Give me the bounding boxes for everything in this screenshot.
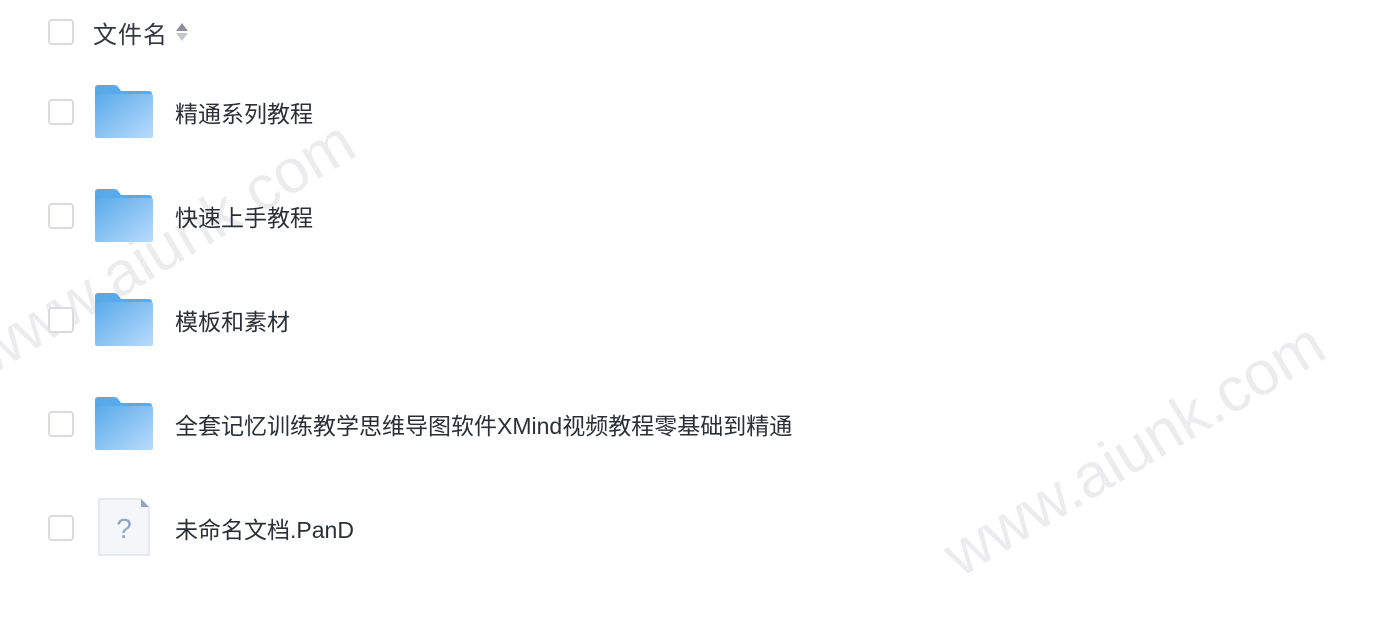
row-checkbox[interactable] bbox=[48, 307, 74, 333]
file-name[interactable]: 精通系列教程 bbox=[175, 95, 313, 129]
folder-icon bbox=[94, 396, 154, 452]
file-row[interactable]: ? 未命名文档.PanD bbox=[48, 498, 354, 556]
file-row[interactable]: 快速上手教程 bbox=[48, 188, 313, 244]
folder-icon bbox=[94, 188, 154, 244]
file-row[interactable]: 模板和素材 bbox=[48, 292, 290, 348]
row-checkbox[interactable] bbox=[48, 99, 74, 125]
row-checkbox[interactable] bbox=[48, 203, 74, 229]
svg-text:?: ? bbox=[116, 513, 132, 544]
select-all-checkbox[interactable] bbox=[48, 19, 74, 45]
file-name[interactable]: 模板和素材 bbox=[175, 303, 290, 337]
sort-icon[interactable] bbox=[176, 23, 188, 41]
file-name[interactable]: 全套记忆训练教学思维导图软件XMind视频教程零基础到精通 bbox=[175, 407, 792, 441]
unknown-file-icon: ? bbox=[94, 498, 154, 556]
column-header-filename[interactable]: 文件名 bbox=[93, 15, 168, 50]
watermark-right: www.aiunk.com bbox=[931, 309, 1337, 591]
folder-icon bbox=[94, 84, 154, 140]
file-row[interactable]: 全套记忆训练教学思维导图软件XMind视频教程零基础到精通 bbox=[48, 396, 792, 452]
file-list-view: www.aiunk.com www.aiunk.com 文件名 精通系列教程 快… bbox=[0, 0, 1384, 622]
file-name[interactable]: 未命名文档.PanD bbox=[175, 511, 354, 545]
row-checkbox[interactable] bbox=[48, 515, 74, 541]
file-name[interactable]: 快速上手教程 bbox=[175, 199, 313, 233]
file-row[interactable]: 精通系列教程 bbox=[48, 84, 313, 140]
list-header: 文件名 bbox=[48, 15, 188, 50]
row-checkbox[interactable] bbox=[48, 411, 74, 437]
folder-icon bbox=[94, 292, 154, 348]
